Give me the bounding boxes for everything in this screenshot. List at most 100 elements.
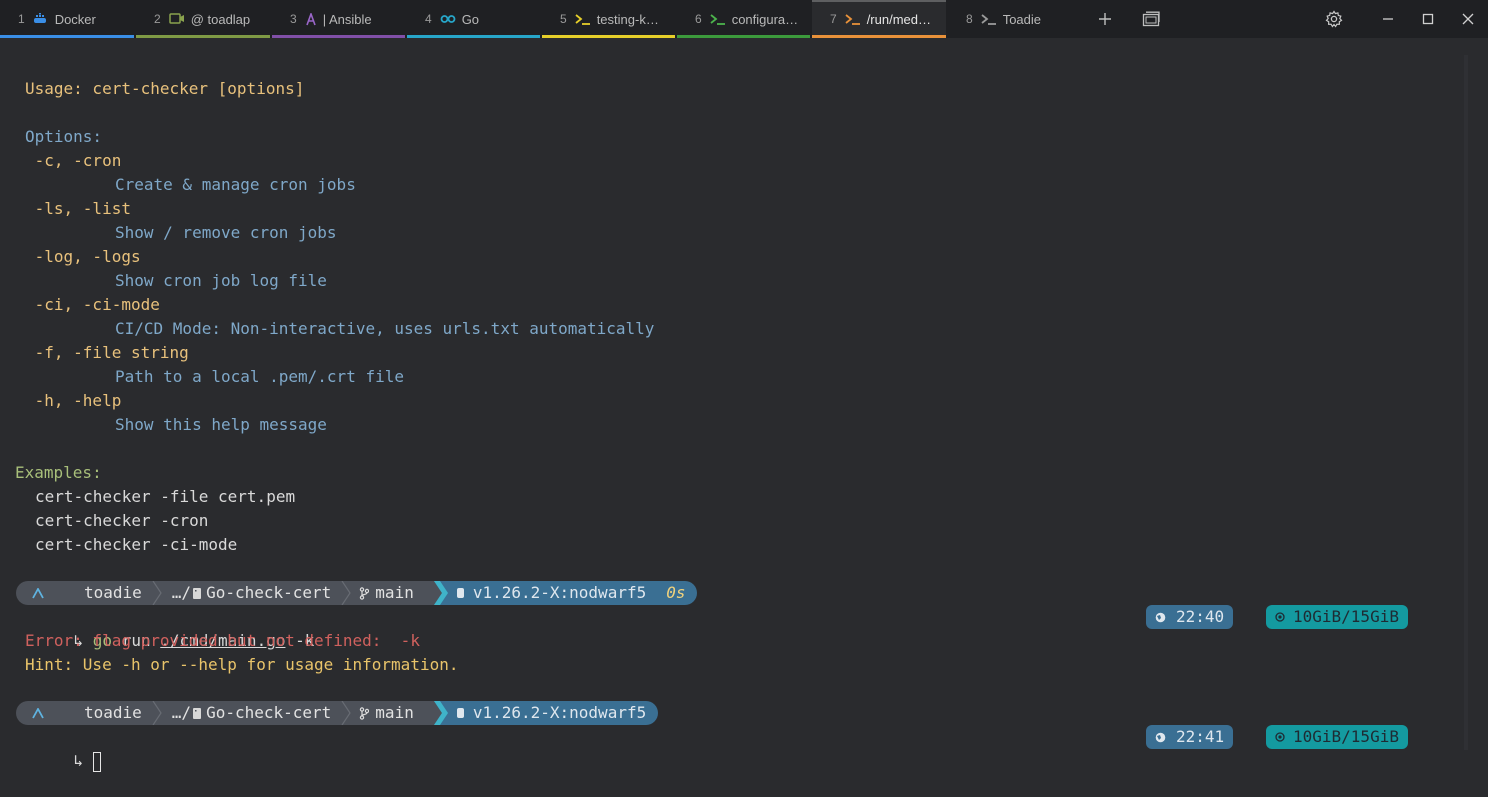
prompt-dir: …/ Go-check-cert xyxy=(163,581,340,605)
terminal-icon xyxy=(981,13,997,25)
terminal-icon xyxy=(845,13,861,25)
plus-icon xyxy=(1099,13,1111,25)
input-line[interactable]: ↳ xyxy=(35,725,101,772)
tab-toadlap[interactable]: 2 @ toadlap xyxy=(136,0,270,38)
repo-icon xyxy=(192,587,202,600)
option-flag: -h, -help xyxy=(25,391,122,410)
minimize-button[interactable] xyxy=(1368,0,1408,38)
tab-underline xyxy=(542,35,675,38)
close-button[interactable] xyxy=(1448,0,1488,38)
option-desc: Path to a local .pem/.crt file xyxy=(115,367,404,386)
scrollbar[interactable] xyxy=(1464,55,1468,750)
go-version: v1.26.2-X:nodwarf5 xyxy=(472,703,647,722)
ansible-icon xyxy=(305,12,317,26)
remote-desktop-icon xyxy=(168,13,185,25)
tab-label: | Ansible xyxy=(322,11,372,27)
tab-underline xyxy=(136,35,270,38)
git-branch-icon xyxy=(359,706,370,720)
option-flag: -log, -logs xyxy=(25,247,141,266)
memory-badge: 10GiB/15GiB xyxy=(1266,605,1408,629)
tab-ansible[interactable]: 3 | Ansible xyxy=(272,0,405,38)
arch-icon xyxy=(16,581,76,605)
tab-configuration[interactable]: 6 configura… xyxy=(677,0,810,38)
arch-icon xyxy=(16,701,76,725)
prompt-user: toadie xyxy=(76,581,150,605)
repo-icon xyxy=(192,707,202,720)
tab-number: 5 xyxy=(560,12,567,26)
tab-underline xyxy=(0,35,134,38)
command-line: ↳ go run ./cmd/main.go -k xyxy=(35,605,315,650)
tab-number: 8 xyxy=(966,12,973,26)
shell-prompt: toadie …/ Go-check-cert main v1.26.2-X:n… xyxy=(16,581,698,605)
tab-number: 7 xyxy=(830,12,837,26)
repo-name: Go-check-cert xyxy=(206,703,332,722)
option-desc: CI/CD Mode: Non-interactive, uses urls.t… xyxy=(115,319,655,338)
memory-badge: 10GiB/15GiB xyxy=(1266,725,1408,749)
tab-number: 6 xyxy=(695,12,702,26)
docker-icon xyxy=(33,13,49,25)
tab-active-indicator xyxy=(812,0,946,2)
memory-icon xyxy=(1275,732,1285,742)
option-desc: Show / remove cron jobs xyxy=(115,223,337,242)
maximize-button[interactable] xyxy=(1408,0,1448,38)
option-flag: -c, -cron xyxy=(25,151,122,170)
powerline-arrow xyxy=(425,701,452,725)
tab-number: 4 xyxy=(425,12,432,26)
tab-docker[interactable]: 1 Docker xyxy=(0,0,134,38)
go-icon xyxy=(440,14,456,24)
tab-underline xyxy=(407,35,540,38)
time-badge: 22:40 xyxy=(1146,605,1234,629)
segment-separator xyxy=(149,581,164,605)
go-gopher-icon xyxy=(456,707,465,719)
prompt-git: main xyxy=(353,701,426,725)
go-gopher-icon xyxy=(456,587,465,599)
clock-time: 22:40 xyxy=(1176,607,1225,626)
tab-label: Toadie xyxy=(1002,11,1041,27)
memory-usage: 10GiB/15GiB xyxy=(1293,607,1399,626)
tab-toadie[interactable]: 8 Toadie xyxy=(948,0,1078,38)
tab-overview-button[interactable] xyxy=(1131,0,1171,38)
segment-separator xyxy=(339,701,354,725)
tab-label: @ toadlap xyxy=(190,11,251,27)
prompt-user: toadie xyxy=(76,701,150,725)
git-branch-icon xyxy=(359,586,370,600)
tab-testing[interactable]: 5 testing-k… xyxy=(542,0,675,38)
minimize-icon xyxy=(1383,18,1393,20)
go-version: v1.26.2-X:nodwarf5 xyxy=(472,583,647,602)
tab-underline xyxy=(677,35,810,38)
maximize-icon xyxy=(1422,13,1434,25)
tab-label: Go xyxy=(461,11,480,27)
dir-ellipsis: …/ xyxy=(171,583,192,602)
tab-label: /run/med… xyxy=(866,11,931,27)
examples-header: Examples: xyxy=(15,463,102,482)
prompt-dir: …/ Go-check-cert xyxy=(163,701,340,725)
settings-button[interactable] xyxy=(1314,0,1354,38)
git-branch: main xyxy=(375,583,414,602)
example-line: cert-checker -ci-mode xyxy=(35,535,238,554)
terminal-icon xyxy=(575,13,591,25)
tab-number: 2 xyxy=(154,12,161,26)
clock-time: 22:41 xyxy=(1176,727,1225,746)
cursor xyxy=(92,751,101,772)
tab-go[interactable]: 4 Go xyxy=(407,0,540,38)
tab-bar: 1 Docker 2 @ toadlap 3 | Ansible 4 Go 5 xyxy=(0,0,1488,38)
tab-underline xyxy=(812,35,946,38)
hint-message: Hint: Use -h or --help for usage informa… xyxy=(25,655,459,674)
globe-icon xyxy=(1155,612,1166,623)
command-duration: 0s xyxy=(666,583,686,602)
example-line: cert-checker -cron xyxy=(35,511,209,530)
prompt-go-version: v1.26.2-X:nodwarf5 0s xyxy=(451,581,698,605)
tab-label: configura… xyxy=(731,11,799,27)
error-message: Error: flag provided but not defined: -k xyxy=(25,631,420,650)
prompt-git: main xyxy=(353,581,426,605)
tab-run-media[interactable]: 7 /run/med… xyxy=(812,0,946,38)
tab-number: 3 xyxy=(290,12,297,26)
tab-label: Docker xyxy=(54,11,96,27)
option-desc: Create & manage cron jobs xyxy=(115,175,356,194)
option-desc: Show this help message xyxy=(115,415,327,434)
tab-number: 1 xyxy=(18,12,25,26)
prompt-arrow-icon: ↳ xyxy=(73,751,93,770)
new-tab-button[interactable] xyxy=(1085,0,1125,38)
shell-prompt: toadie …/ Go-check-cert main v1.26.2-X:n… xyxy=(16,701,659,725)
terminal-icon xyxy=(710,13,726,25)
